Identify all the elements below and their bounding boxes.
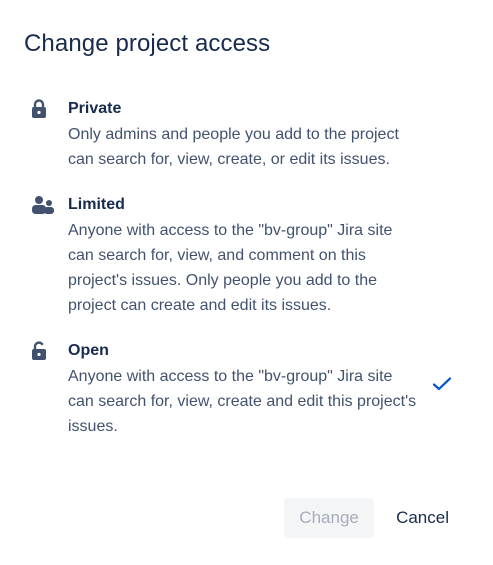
access-options: Private Only admins and people you add t… bbox=[24, 96, 464, 439]
option-private-description: Only admins and people you add to the pr… bbox=[68, 126, 399, 168]
option-private-name: Private bbox=[68, 100, 122, 117]
dialog-footer: Change Cancel bbox=[284, 498, 463, 538]
option-private[interactable]: Private Only admins and people you add t… bbox=[24, 96, 464, 172]
option-limited[interactable]: Limited Anyone with access to the "bv-gr… bbox=[24, 192, 464, 318]
change-button[interactable]: Change bbox=[284, 498, 375, 538]
option-open-description: Anyone with access to the "bv-group" Jir… bbox=[68, 368, 417, 435]
lock-icon bbox=[24, 96, 68, 122]
people-icon bbox=[24, 192, 68, 218]
option-limited-name: Limited bbox=[68, 196, 125, 213]
cancel-button[interactable]: Cancel bbox=[382, 498, 463, 538]
option-open-name: Open bbox=[68, 342, 109, 359]
option-open[interactable]: Open Anyone with access to the "bv-group… bbox=[24, 338, 464, 439]
option-limited-description: Anyone with access to the "bv-group" Jir… bbox=[68, 222, 393, 314]
dialog-title: Change project access bbox=[24, 30, 271, 57]
change-access-dialog: Change project access Private Only admin… bbox=[0, 0, 493, 565]
unlock-icon bbox=[24, 338, 68, 364]
checkmark-icon bbox=[432, 376, 452, 392]
